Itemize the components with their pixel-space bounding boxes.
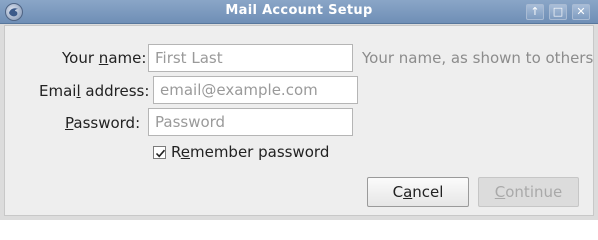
cancel-label-pre: C xyxy=(392,183,404,201)
cancel-label-post: ncel xyxy=(412,183,444,201)
password-label: Password: xyxy=(65,114,140,132)
name-label: Your name: xyxy=(62,49,146,67)
name-field[interactable] xyxy=(148,44,353,72)
remember-label-pre: R xyxy=(171,143,181,161)
remember-password-checkbox[interactable] xyxy=(153,146,166,159)
remember-label-post: member password xyxy=(189,143,330,161)
continue-label-post: ontinue xyxy=(505,183,563,201)
name-label-accesskey: n xyxy=(98,49,109,67)
email-field[interactable] xyxy=(153,76,358,104)
name-label-pre: Your xyxy=(62,49,99,67)
mail-account-setup-window: Mail Account Setup ↑ □ ✕ Your name: Your… xyxy=(0,0,598,220)
password-label-post: assword: xyxy=(73,114,141,132)
window-title: Mail Account Setup xyxy=(225,3,373,18)
cancel-label-accesskey: a xyxy=(403,183,413,201)
maximize-icon[interactable]: □ xyxy=(549,4,567,20)
remember-label-accesskey: e xyxy=(180,143,190,161)
cancel-button[interactable]: Cancel xyxy=(367,177,469,207)
email-label: Email address: xyxy=(39,82,149,100)
close-icon[interactable]: ✕ xyxy=(572,4,590,20)
continue-button[interactable]: Continue xyxy=(478,177,579,207)
checkmark-icon xyxy=(155,149,166,158)
password-field[interactable] xyxy=(148,108,353,136)
continue-label-accesskey: C xyxy=(494,183,506,201)
title-bar[interactable]: Mail Account Setup ↑ □ ✕ xyxy=(0,0,598,24)
name-label-post: ame: xyxy=(108,49,147,67)
dialog-content: Your name: Your name, as shown to others… xyxy=(4,25,594,216)
email-label-pre: Emai xyxy=(39,82,77,100)
remember-password-label[interactable]: Remember password xyxy=(171,143,329,161)
email-label-post: address: xyxy=(80,82,150,100)
up-arrow-icon[interactable]: ↑ xyxy=(526,4,544,20)
name-hint: Your name, as shown to others xyxy=(362,49,594,67)
